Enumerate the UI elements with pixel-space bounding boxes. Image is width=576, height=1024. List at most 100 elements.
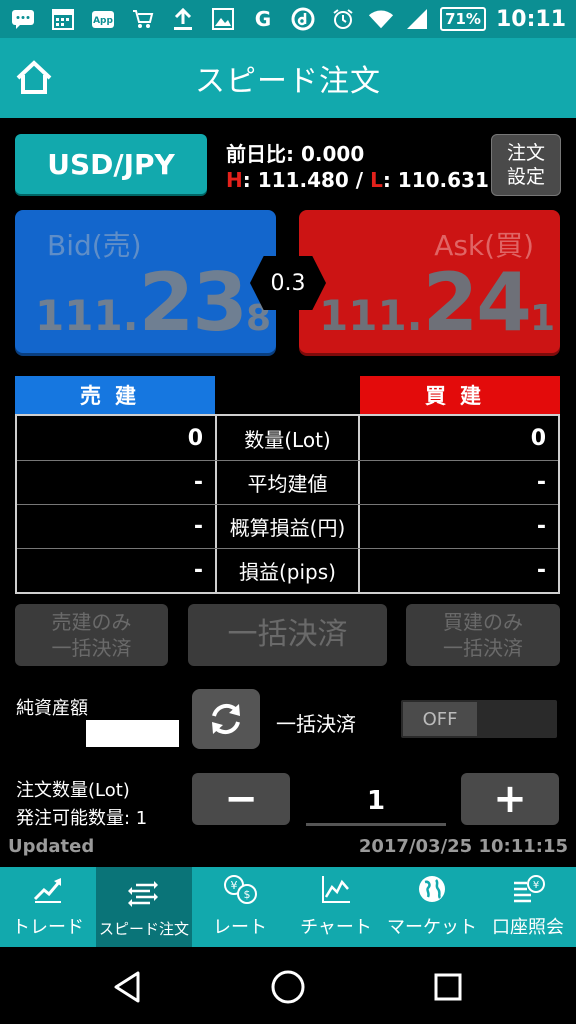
prev-day-change: 前日比: 0.000: [226, 138, 364, 167]
home-nav-icon[interactable]: [268, 967, 308, 1007]
tab-account[interactable]: ¥ 口座照会: [480, 867, 576, 947]
currency-pair-button[interactable]: USD/JPY: [15, 134, 207, 194]
bulk-settle-toggle[interactable]: OFF: [401, 700, 557, 738]
row-label: 損益(pips): [215, 549, 360, 592]
table-row: - 平均建値 -: [17, 460, 558, 504]
qty-increase-button[interactable]: +: [461, 773, 559, 825]
buy-cell: -: [536, 558, 546, 583]
updated-timestamp: 2017/03/25 10:11:15: [358, 836, 568, 857]
tab-rate[interactable]: ¥ $ レート: [192, 867, 288, 947]
message-icon: [10, 7, 36, 31]
tab-label: スピード注文: [98, 920, 189, 938]
calendar-icon: [50, 7, 76, 31]
sell-cell: -: [193, 470, 203, 495]
globe-icon: [414, 871, 450, 907]
bottom-tab-bar: トレード スピード注文 ¥ $ レート チャート マーケット ¥ 口座照会: [0, 867, 576, 947]
d-icon: [290, 7, 316, 31]
qty-input[interactable]: 1: [306, 778, 446, 826]
refresh-icon: [212, 703, 240, 735]
svg-text:¥: ¥: [533, 880, 539, 891]
order-qty-label: 注文数量(Lot): [16, 780, 130, 801]
order-settings-line2: 設定: [506, 166, 545, 188]
trade-chart-icon: [30, 871, 66, 907]
tab-trade[interactable]: トレード: [0, 867, 96, 947]
net-assets-value: [86, 720, 179, 747]
g-icon: G: [254, 7, 272, 31]
bid-price-pips: 23: [138, 256, 248, 349]
alarm-icon: [330, 7, 356, 31]
upload-icon: [170, 7, 196, 31]
hl-separator: /: [355, 168, 364, 192]
row-label: 概算損益(円): [215, 505, 360, 548]
sell-position-header: 売建: [15, 376, 215, 414]
app-icon: App: [90, 7, 116, 31]
qty-decrease-button[interactable]: −: [192, 773, 290, 825]
status-clock: 10:11: [495, 6, 566, 32]
available-qty-label: 発注可能数量: 1: [16, 808, 148, 829]
settle-buy-only-button[interactable]: 買建のみ 一括決済: [406, 604, 560, 666]
sell-cell: 0: [187, 425, 203, 451]
rate-icon: ¥ $: [222, 871, 258, 907]
chart-icon: [318, 871, 354, 907]
net-assets-label: 純資産額: [16, 698, 88, 719]
buy-position-header: 買建: [360, 376, 560, 414]
tab-market[interactable]: マーケット: [384, 867, 480, 947]
order-settings-button[interactable]: 注文 設定: [491, 134, 561, 196]
ask-price: 111. 24 1: [319, 263, 555, 343]
settle-sell-only-line1: 売建のみ: [51, 610, 132, 634]
ask-price-major: 111.: [319, 291, 423, 340]
status-bar: App G 71% 10:11: [0, 0, 576, 38]
settle-sell-only-button[interactable]: 売建のみ 一括決済: [15, 604, 168, 666]
updated-label: Updated: [8, 836, 95, 857]
cart-icon: [130, 7, 156, 31]
refresh-button[interactable]: [192, 689, 260, 749]
bid-sell-button[interactable]: Bid(売) 111. 23 8: [15, 210, 276, 353]
low-label: L: [370, 168, 383, 192]
sell-cell: -: [193, 514, 203, 539]
tab-label: トレード: [12, 917, 84, 938]
ask-price-pips: 24: [422, 256, 532, 349]
account-icon: ¥: [510, 871, 546, 907]
prev-day-label: 前日比:: [226, 142, 294, 166]
tab-chart[interactable]: チャート: [288, 867, 384, 947]
bid-price: 111. 23 8: [35, 263, 271, 343]
back-icon[interactable]: [108, 967, 148, 1007]
settle-sell-only-line2: 一括決済: [51, 636, 132, 660]
tab-label: 口座照会: [492, 917, 564, 938]
high-label: H: [226, 168, 243, 192]
tab-speed-order[interactable]: スピード注文: [96, 867, 192, 947]
system-nav-bar: [0, 947, 576, 1024]
bid-label: Bid(売): [47, 229, 142, 262]
toggle-state: OFF: [403, 702, 477, 736]
recents-icon[interactable]: [428, 967, 468, 1007]
low-value: 110.631: [397, 168, 489, 192]
high-low: H: 111.480 / L: 110.631: [226, 168, 489, 192]
row-label: 平均建値: [215, 461, 360, 504]
app-header: スピード注文: [0, 38, 576, 118]
tab-label: チャート: [300, 917, 372, 938]
tab-label: レート: [213, 917, 267, 938]
speed-order-icon: [126, 876, 162, 912]
svg-text:App: App: [93, 16, 113, 26]
spread-badge: 0.3: [250, 256, 326, 310]
table-row: - 損益(pips) -: [17, 548, 558, 592]
high-value: 111.480: [257, 168, 349, 192]
home-icon[interactable]: [12, 56, 56, 100]
bid-price-major: 111.: [35, 291, 139, 340]
ask-buy-button[interactable]: Ask(買) 111. 24 1: [299, 210, 560, 353]
tab-label: マーケット: [387, 917, 477, 938]
ask-price-fraction: 1: [529, 298, 556, 339]
sell-cell: -: [193, 558, 203, 583]
settle-buy-only-line2: 一括決済: [443, 636, 523, 660]
battery-indicator: 71%: [440, 7, 486, 31]
table-row: - 概算損益(円) -: [17, 504, 558, 548]
wifi-icon: [368, 7, 394, 31]
position-table: 売建 買建 0 数量(Lot) 0 - 平均建値 - - 概算損益(円) - -…: [15, 376, 560, 594]
svg-text:¥: ¥: [231, 879, 238, 892]
order-settings-line1: 注文: [506, 142, 545, 164]
buy-cell: -: [536, 470, 546, 495]
signal-icon: [404, 7, 430, 31]
settle-all-button[interactable]: 一括決済: [188, 604, 387, 666]
prev-day-value: 0.000: [300, 142, 365, 166]
table-row: 0 数量(Lot) 0: [17, 416, 558, 460]
